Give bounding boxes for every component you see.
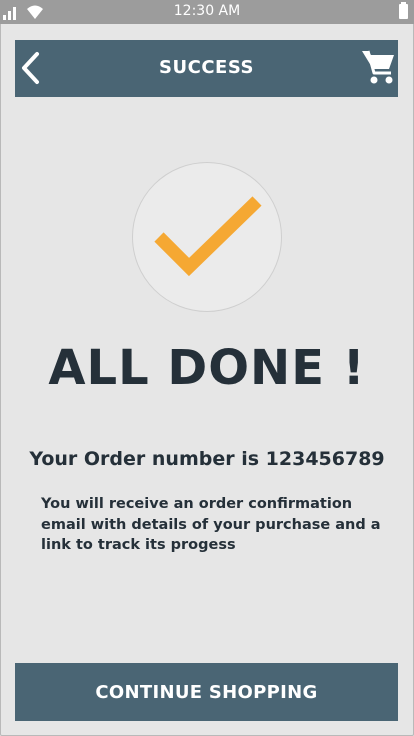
headline: ALL DONE !: [48, 340, 366, 396]
page-title: SUCCESS: [159, 57, 254, 78]
header-bar: SUCCESS: [15, 40, 398, 97]
order-number-text: Your Order number is 123456789: [29, 448, 385, 470]
cart-icon[interactable]: [360, 47, 396, 85]
confirmation-message: You will receive an order confirmation e…: [41, 496, 381, 553]
continue-shopping-button[interactable]: CONTINUE SHOPPING: [15, 663, 398, 721]
checkmark-icon: [154, 196, 262, 277]
battery-icon: [399, 2, 408, 19]
status-time: 12:30 AM: [173, 3, 241, 19]
success-badge: [132, 162, 282, 312]
status-bar: 12:30 AM: [0, 0, 414, 24]
